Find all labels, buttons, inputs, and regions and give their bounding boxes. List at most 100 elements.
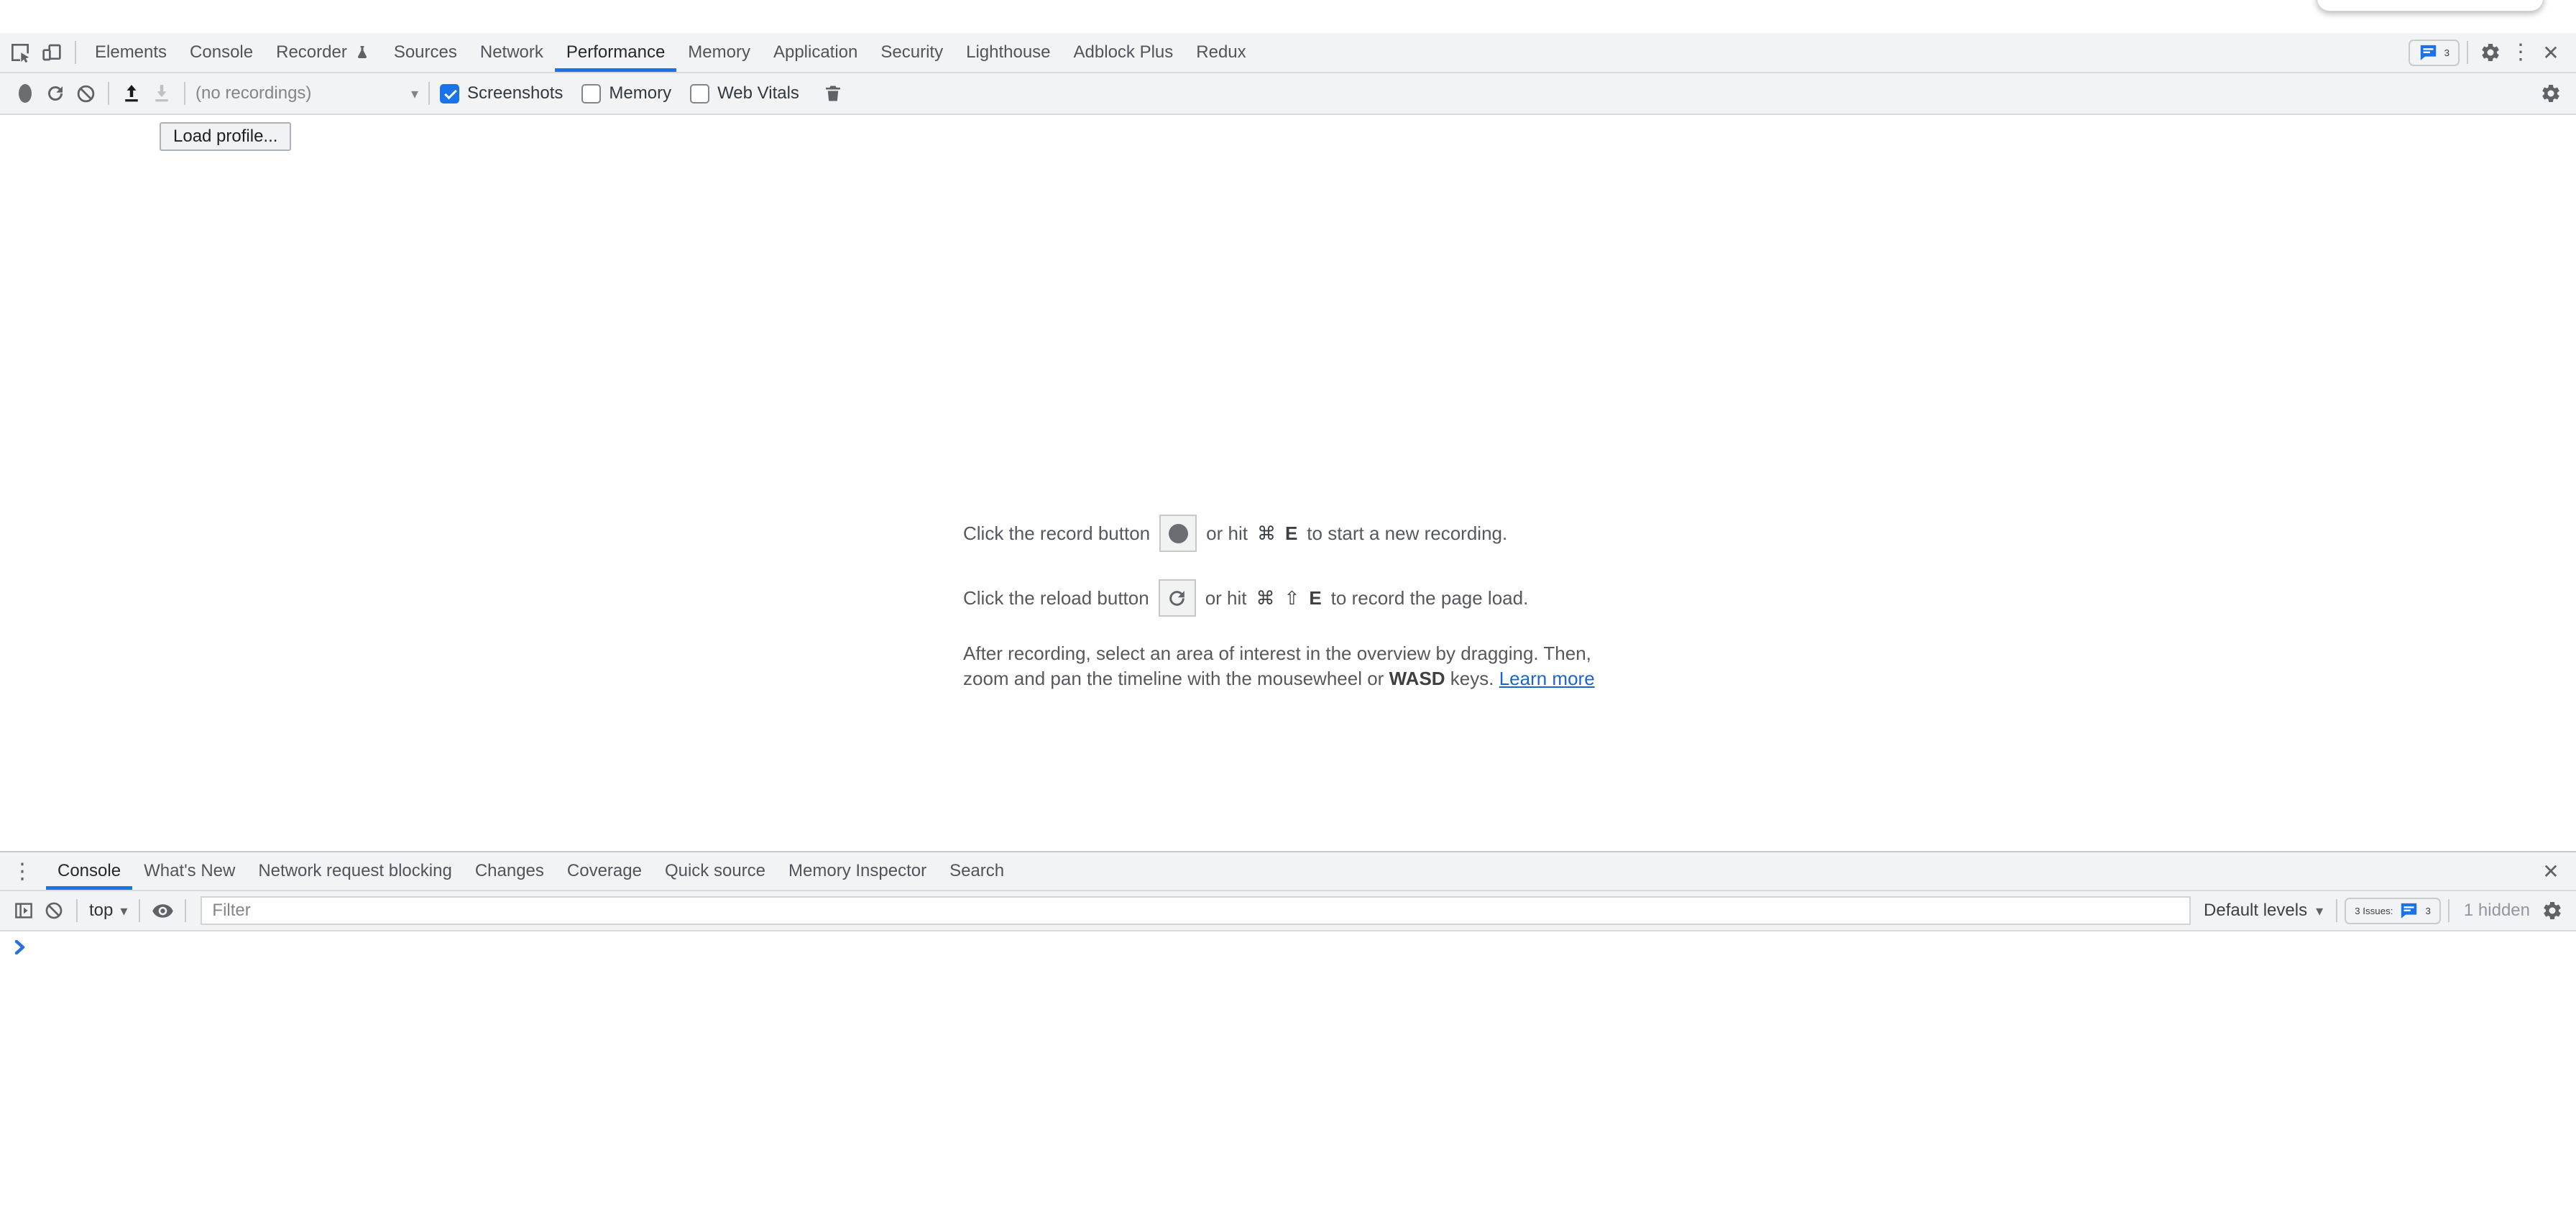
tab-label: Console: [58, 861, 121, 881]
chat-bubble-icon: [2399, 901, 2419, 921]
tab-network[interactable]: Network: [469, 33, 555, 72]
reload-and-record-button[interactable]: [40, 78, 70, 109]
execution-context-select[interactable]: top ▾: [89, 901, 127, 921]
recordings-select[interactable]: (no recordings) ▾: [196, 83, 418, 103]
record-dot-icon: [19, 84, 32, 103]
usage-paragraph: After recording, select an area of inter…: [963, 641, 1595, 691]
chevron-down-icon: ▾: [411, 85, 418, 103]
console-filter-input[interactable]: [201, 896, 2191, 925]
paragraph-text: After recording, select an area of inter…: [963, 643, 1591, 664]
chevron-down-icon: ▾: [2316, 902, 2323, 920]
record-instruction-line: Click the record button or hit ⌘ E to st…: [963, 515, 1595, 552]
tab-label: Search: [949, 861, 1004, 881]
tab-lighthouse[interactable]: Lighthouse: [954, 33, 1062, 72]
settings-gear-icon[interactable]: [2475, 37, 2506, 68]
tab-elements[interactable]: Elements: [83, 33, 178, 72]
console-sidebar-icon[interactable]: [9, 896, 39, 926]
flask-icon: [354, 44, 371, 61]
instruction-text: Click the record button: [963, 523, 1150, 545]
issues-button[interactable]: 3: [2409, 40, 2460, 66]
tab-sources[interactable]: Sources: [382, 33, 469, 72]
top-strip: [0, 0, 2576, 33]
tab-label: Elements: [95, 42, 167, 63]
drawer-tab-network-request-blocking[interactable]: Network request blocking: [247, 852, 463, 890]
recordings-select-value: (no recordings): [196, 83, 311, 103]
checkbox-unchecked-icon: [581, 84, 601, 103]
tab-memory[interactable]: Memory: [676, 33, 762, 72]
learn-more-link[interactable]: Learn more: [1499, 668, 1595, 689]
tab-label: What's New: [144, 861, 235, 881]
instruction-text: or hit: [1205, 587, 1247, 609]
tab-label: Redux: [1196, 42, 1246, 63]
log-levels-select[interactable]: Default levels ▾: [2204, 901, 2323, 921]
tab-recorder[interactable]: Recorder: [264, 33, 382, 72]
issues-count: 3: [2425, 906, 2430, 916]
checkbox-label: Screenshots: [467, 83, 563, 103]
more-tools-icon[interactable]: ⋮: [0, 859, 46, 884]
checkbox-label: Memory: [609, 83, 671, 103]
drawer-tab-coverage[interactable]: Coverage: [556, 852, 653, 890]
divider: [75, 41, 76, 64]
live-expression-eye-icon[interactable]: [147, 896, 178, 926]
tab-adblock-plus[interactable]: Adblock Plus: [1062, 33, 1185, 72]
performance-toolbar: (no recordings) ▾ Screenshots Memory Web…: [0, 73, 2576, 115]
reload-button-illustration[interactable]: [1159, 579, 1196, 617]
inspect-element-button[interactable]: [4, 37, 36, 68]
drawer-tab-console[interactable]: Console: [46, 852, 132, 890]
key-glyph: E: [1309, 587, 1321, 609]
drawer-right-cluster: ✕: [2536, 856, 2576, 886]
tab-label: Console: [190, 42, 253, 63]
garbage-collect-icon[interactable]: [818, 78, 848, 109]
cmd-key-glyph: ⌘: [1256, 587, 1275, 609]
tab-redux[interactable]: Redux: [1184, 33, 1257, 72]
tabbar-right-cluster: 3 ⋮ ✕: [2409, 37, 2576, 68]
tab-label: Security: [880, 42, 943, 63]
drawer-tab-quick-source[interactable]: Quick source: [653, 852, 777, 890]
tab-label: Changes: [475, 861, 544, 881]
close-drawer-icon[interactable]: ✕: [2536, 856, 2566, 886]
tab-application[interactable]: Application: [762, 33, 869, 72]
drawer-tab-whats-new[interactable]: What's New: [132, 852, 247, 890]
console-messages-area[interactable]: [0, 931, 2576, 1206]
tab-label: Coverage: [567, 861, 642, 881]
memory-checkbox[interactable]: Memory: [581, 83, 671, 103]
console-toolbar: top ▾ Default levels ▾ 3 Issues: 3 1 hid…: [0, 891, 2576, 931]
wasd-keys-text: WASD: [1389, 668, 1445, 689]
tab-console[interactable]: Console: [178, 33, 264, 72]
tab-label: Memory Inspector: [788, 861, 926, 881]
tab-performance[interactable]: Performance: [555, 33, 676, 72]
main-tab-bar: Elements Console Recorder Sources Networ…: [0, 33, 2576, 73]
more-options-icon[interactable]: ⋮: [2506, 37, 2536, 68]
drawer-tab-memory-inspector[interactable]: Memory Inspector: [777, 852, 938, 890]
checkbox-label: Web Vitals: [717, 83, 799, 103]
paragraph-text: keys.: [1445, 668, 1499, 689]
record-button[interactable]: [10, 78, 40, 109]
clear-recording-icon[interactable]: [70, 78, 101, 109]
save-profile-icon[interactable]: [147, 78, 177, 109]
key-glyph: E: [1285, 523, 1297, 545]
console-issues-button[interactable]: 3 Issues: 3: [2345, 898, 2441, 924]
close-devtools-icon[interactable]: ✕: [2536, 37, 2566, 68]
screenshots-checkbox[interactable]: Screenshots: [440, 83, 563, 103]
load-profile-icon[interactable]: [116, 78, 147, 109]
load-profile-tooltip: Load profile...: [160, 122, 291, 151]
device-toolbar-button[interactable]: [36, 37, 68, 68]
divider: [2336, 899, 2337, 922]
checkbox-unchecked-icon: [690, 84, 709, 103]
console-settings-gear-icon[interactable]: [2537, 896, 2567, 926]
drawer-tab-changes[interactable]: Changes: [464, 852, 556, 890]
capture-settings-gear-icon[interactable]: [2536, 78, 2566, 109]
divider: [2467, 41, 2468, 64]
record-dot-icon: [1169, 524, 1188, 543]
empty-state-instructions: Click the record button or hit ⌘ E to st…: [963, 515, 1595, 691]
record-button-illustration[interactable]: [1159, 515, 1197, 552]
issues-label: 3 Issues:: [2355, 906, 2393, 916]
clear-console-icon[interactable]: [39, 896, 69, 926]
tab-label: Adblock Plus: [1074, 42, 1174, 63]
tab-label: Recorder: [276, 42, 347, 63]
tab-security[interactable]: Security: [869, 33, 954, 72]
web-vitals-checkbox[interactable]: Web Vitals: [690, 83, 799, 103]
drawer-tab-search[interactable]: Search: [938, 852, 1016, 890]
drawer-tab-bar: ⋮ Console What's New Network request blo…: [0, 852, 2576, 891]
tab-label: Quick source: [665, 861, 765, 881]
